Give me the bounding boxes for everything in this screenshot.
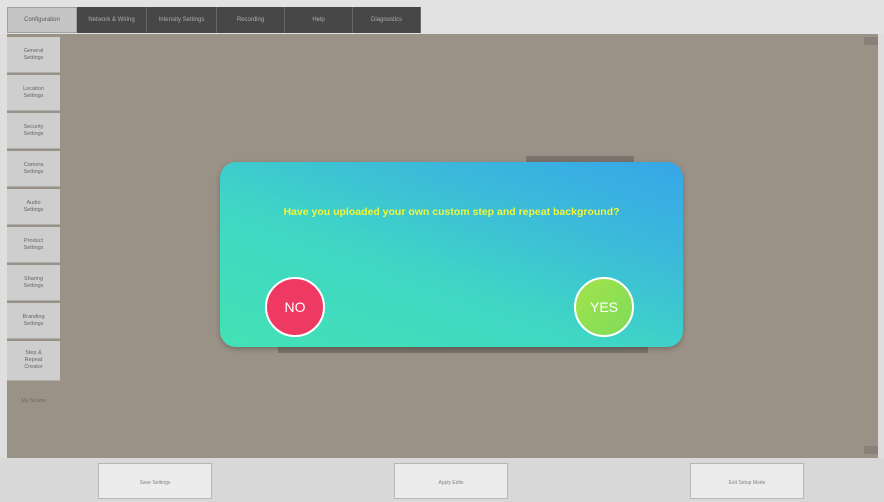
dialog-question: Have you uploaded your own custom step a… xyxy=(283,206,620,218)
no-button[interactable]: NO xyxy=(265,277,325,337)
confirmation-dialog: Have you uploaded your own custom step a… xyxy=(220,162,683,347)
yes-button[interactable]: YES xyxy=(574,277,634,337)
